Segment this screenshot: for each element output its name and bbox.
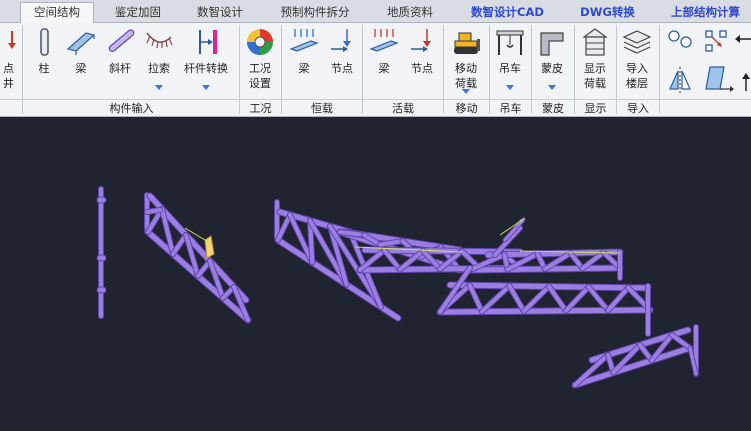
model-viewport[interactable] [0,117,751,428]
moving-load-button[interactable]: 移动 荷载 [446,23,486,99]
arrow-left-icon[interactable] [735,35,751,43]
truss-bottom-chord[interactable] [437,307,653,315]
ribbon-group-labels: 构件输入 工况 恒载 活载 移动 吊车 蒙皮 显示 导入 [0,99,751,117]
group-label-skin: 蒙皮 [542,102,564,115]
truss-web[interactable] [670,333,692,350]
selected-node-marker[interactable] [204,235,215,259]
tab-smart-design[interactable]: 数智设计 [185,3,255,22]
tab-geology-data[interactable]: 地质资料 [375,3,445,22]
cable-icon [146,32,173,49]
column-icon [40,28,49,56]
node-move-icon[interactable] [705,30,727,52]
chevron-down-icon[interactable] [506,85,514,90]
group-label-live-load: 活载 [392,102,414,115]
group-label-display: 显示 [584,102,607,115]
node-load-icon [8,31,16,49]
truss-web[interactable] [467,283,484,314]
import-floor-button[interactable]: 导入 楼层 [619,23,655,99]
mirror-icon[interactable] [669,67,691,93]
beam-load-icon [369,29,399,52]
skin-panel-icon [540,32,564,56]
color-wheel-gear-icon [247,29,273,55]
node-partial-button[interactable]: 点 井 [0,23,16,99]
group-label-member-input: 构件输入 [109,102,154,115]
bulldozer-icon [454,32,480,54]
live-load-beam-button[interactable]: 梁 [366,23,402,99]
display-load-button[interactable]: 显示 荷载 [577,23,613,99]
truss-web[interactable] [480,283,512,314]
node-circles-icon[interactable] [668,30,692,48]
dead-load-node-button[interactable]: 节点 [324,23,360,99]
truss-member[interactable] [145,208,162,214]
tab-spatial-structure[interactable]: 空间结构 [20,2,94,23]
tab-dwg-convert[interactable]: DWG转换 [570,3,645,22]
layers-icon [622,30,652,54]
truss-web[interactable] [522,284,551,314]
ribbon-tab-bar: 空间结构 鉴定加固 数智设计 预制构件拆分 地质资料 数智设计CAD DWG转换… [0,0,751,23]
group-label-load-case: 工况 [249,102,272,115]
cable-button[interactable]: 拉索 [140,23,178,99]
tab-precast-split[interactable]: 预制构件拆分 [270,3,360,22]
node-load-icon [331,29,351,52]
arrow-up-icon[interactable] [742,73,750,91]
crane-icon [496,30,524,55]
live-load-node-button[interactable]: 节点 [404,23,440,99]
tab-superstructure-calc[interactable]: 上部结构计算 [660,3,751,22]
node-load-icon [411,29,431,52]
group-label-move: 移动 [455,102,478,115]
dead-load-beam-button[interactable]: 梁 [286,23,322,99]
member-convert-icon [199,30,217,54]
group-label-import: 导入 [627,102,649,115]
beam-button[interactable]: 梁 [64,23,98,99]
group-label-crane: 吊车 [499,102,522,115]
truss-model-canvas[interactable] [0,117,751,428]
group-label-dead-load: 恒载 [311,102,333,115]
chevron-down-icon[interactable] [155,85,163,90]
chevron-down-icon[interactable] [548,85,556,90]
building-load-icon [582,28,608,56]
tab-smart-design-cad[interactable]: 数智设计CAD [455,3,560,22]
skin-button[interactable]: 蒙皮 [534,23,570,99]
offset-icon[interactable] [705,66,734,92]
ribbon-panel: 点 井 柱 梁 斜杆 拉索 杆件转换 工况 设置 梁 节点 梁 节点 移动 荷载… [0,23,751,117]
member-convert-button[interactable]: 杆件转换 [182,23,230,99]
brace-icon [108,29,135,53]
truss-web[interactable] [507,283,526,314]
crane-button[interactable]: 吊车 [492,23,528,99]
chevron-down-icon[interactable] [462,89,470,94]
column-button[interactable]: 柱 [28,23,60,99]
tab-appraisal-reinforcement[interactable]: 鉴定加固 [103,3,173,22]
edit-tools-grid [668,30,751,93]
load-case-setting-button[interactable]: 工况 设置 [242,23,278,99]
tab-overflow[interactable] [0,3,20,22]
beam-load-icon [289,29,319,52]
chevron-down-icon[interactable] [202,85,210,90]
brace-button[interactable]: 斜杆 [102,23,138,99]
beam-icon [66,32,96,55]
